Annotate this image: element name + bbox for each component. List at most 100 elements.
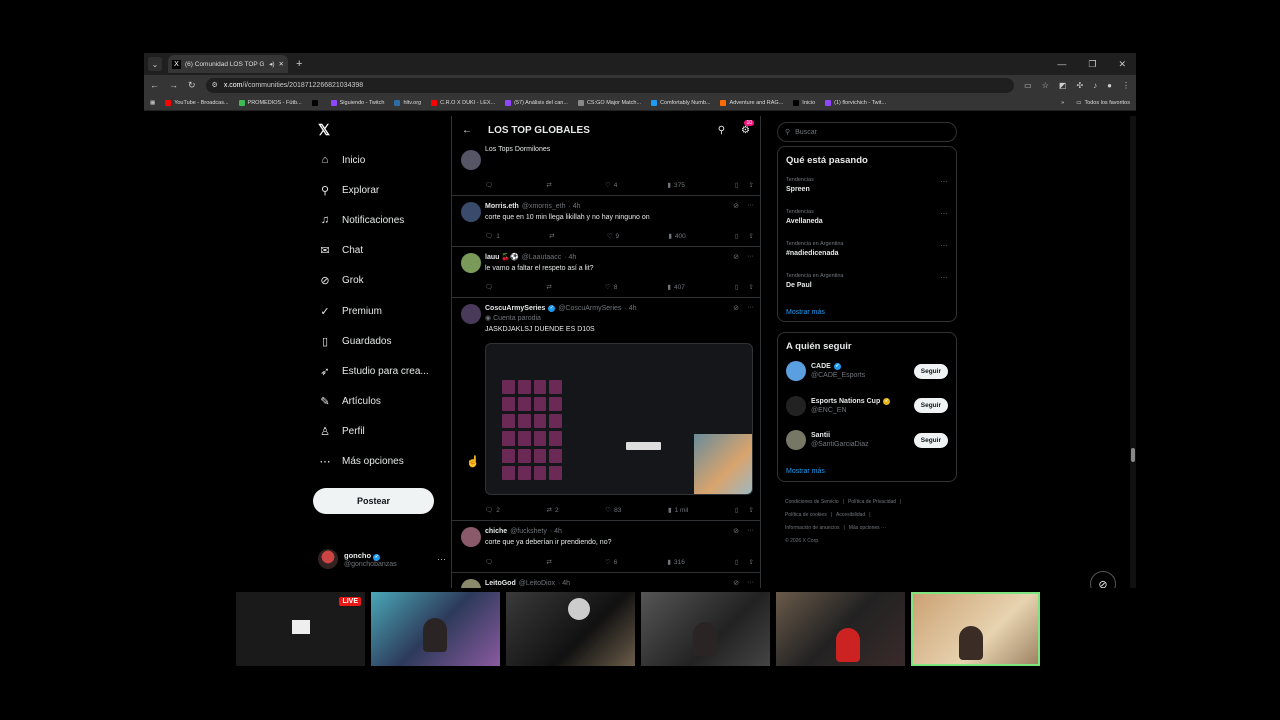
bookmark-item[interactable]: C.R.O X DUKI - LEX... — [431, 99, 495, 106]
nav-item-notificaciones[interactable]: ♫ Notificaciones — [319, 214, 404, 226]
repost-button[interactable]: ⇄ — [546, 181, 554, 189]
views-button[interactable]: ▮ 375 — [667, 181, 684, 190]
post-image[interactable] — [485, 343, 753, 495]
avatar[interactable] — [461, 304, 481, 324]
post-time[interactable]: · 4h — [564, 254, 576, 261]
grok-icon[interactable]: ⊘ — [733, 579, 739, 587]
trend-more-icon[interactable]: ··· — [940, 241, 948, 250]
trends-show-more[interactable]: Mostrar más — [786, 309, 825, 316]
reload-icon[interactable]: ↻ — [188, 80, 196, 91]
post-time[interactable]: · 4h — [550, 528, 562, 535]
suggestion-name[interactable]: CADE ✓ — [811, 363, 865, 370]
grok-icon[interactable]: ⊘ — [733, 304, 739, 312]
avatar[interactable] — [461, 527, 481, 547]
bookmark-icon[interactable]: ▯ — [735, 283, 739, 291]
speaker-icon[interactable]: ◂) — [269, 60, 274, 68]
share-icon[interactable]: ⇪ — [749, 232, 754, 240]
post[interactable]: CoscuArmySeries ✓ @CoscuArmySeries · 4h ⊘ ··… — [452, 298, 760, 521]
stream-thumbnail[interactable] — [506, 592, 635, 666]
post-handle[interactable]: @fuckshety — [510, 528, 547, 535]
bookmark-item[interactable]: Adventure and RAG... — [720, 99, 783, 106]
follow-button[interactable]: Seguir — [913, 432, 948, 448]
url-field[interactable]: ⚙ x.com/i/communities/201871226682103439… — [205, 77, 1015, 93]
stream-thumbnail[interactable] — [776, 592, 905, 666]
search-input[interactable]: ⚲ Buscar — [777, 122, 957, 142]
nav-item-guardados[interactable]: ▯ Guardados — [319, 335, 392, 348]
new-tab-button[interactable]: + — [296, 58, 302, 70]
media-icon[interactable]: ♪ — [1093, 81, 1097, 90]
avatar[interactable] — [461, 579, 481, 588]
reply-button[interactable]: 🗨 — [485, 181, 496, 189]
trend-more-icon[interactable]: ··· — [940, 209, 948, 218]
avatar[interactable] — [786, 430, 806, 450]
trend-item[interactable]: Tendencia en Argentina De Paul ··· — [786, 273, 948, 289]
nav-item-grok[interactable]: ⊘ Grok — [319, 274, 363, 287]
nav-item-perfil[interactable]: ♙ Perfil — [319, 425, 365, 438]
follow-suggestion[interactable]: Esports Nations Cup ✓ @ENC_EN Seguir — [786, 395, 948, 416]
apps-icon[interactable]: ▦ — [150, 100, 155, 106]
post[interactable]: Los Tops Dormilones 🗨 ⇄ ♡ 4 ▮ 375 ▯ ⇪ — [452, 124, 760, 196]
post-button[interactable]: Postear — [313, 488, 434, 514]
repost-button[interactable]: ⇄ — [546, 283, 554, 291]
site-info-icon[interactable]: ⚙ — [212, 81, 218, 89]
bookmark-icon[interactable]: ▯ — [735, 506, 739, 514]
footer-link[interactable]: Información de anuncios — [785, 525, 839, 531]
footer-link[interactable]: Accesibilidad — [836, 512, 865, 518]
minimize-icon[interactable]: — — [1057, 59, 1066, 70]
extension-icon[interactable]: ◩ — [1059, 81, 1067, 90]
cast-icon[interactable]: ▭ — [1024, 81, 1032, 90]
post-author[interactable]: LeitoGod — [485, 580, 516, 587]
nav-item-estudio[interactable]: ➶ Estudio para crea... — [319, 365, 428, 378]
profile-icon[interactable]: ● — [1107, 81, 1112, 90]
avatar[interactable] — [461, 253, 481, 273]
post-more-icon[interactable]: ··· — [747, 304, 754, 312]
footer-link[interactable]: Política de Privacidad — [848, 499, 896, 505]
post-more-icon[interactable]: ··· — [747, 527, 754, 535]
follow-button[interactable]: Seguir — [913, 363, 948, 379]
nav-item-premium[interactable]: ✓ Premium — [319, 305, 382, 318]
reply-button[interactable]: 🗨 — [485, 558, 496, 566]
grok-icon[interactable]: ⊘ — [733, 202, 739, 210]
repost-button[interactable]: ⇄ — [546, 558, 554, 566]
views-button[interactable]: ▮ 400 — [668, 232, 685, 241]
post-more-icon[interactable]: ··· — [747, 202, 754, 210]
post-time[interactable]: · 4h — [558, 580, 570, 587]
bookmark-item[interactable]: Siguiendo - Twitch — [330, 99, 384, 106]
share-icon[interactable]: ⇪ — [749, 558, 754, 566]
restore-icon[interactable]: ❐ — [1088, 59, 1096, 70]
trend-item[interactable]: Tendencia en Argentina #nadiedicenada ··· — [786, 241, 948, 257]
bookmark-icon[interactable]: ▯ — [735, 232, 739, 240]
stream-thumbnail[interactable]: LIVE — [236, 592, 365, 666]
post-more-icon[interactable]: ··· — [747, 579, 754, 587]
post-time[interactable]: · 4h — [569, 203, 581, 210]
follow-show-more[interactable]: Mostrar más — [786, 468, 825, 475]
post-time[interactable]: · 4h — [624, 305, 636, 312]
like-button[interactable]: ♡ 6 — [605, 558, 617, 567]
repost-button[interactable]: ⇄ 2 — [547, 506, 559, 515]
bookmarks-more[interactable]: » — [1061, 100, 1064, 106]
tab-search-button[interactable]: ⌄ — [148, 57, 162, 71]
trend-more-icon[interactable]: ··· — [940, 273, 948, 282]
bookmark-item[interactable] — [311, 99, 321, 106]
account-more-icon[interactable]: ··· — [437, 554, 446, 564]
post[interactable]: chiche @fuckshety · 4h ⊘ ··· corte que ya deb… — [452, 521, 760, 573]
post-author[interactable]: Morris.eth — [485, 203, 519, 210]
forward-icon[interactable]: → — [169, 80, 178, 90]
account-switcher[interactable]: goncho ✓ @gonchobanzas ··· — [318, 549, 446, 569]
avatar[interactable] — [786, 395, 806, 416]
follow-suggestion[interactable]: CADE ✓ @CADE_Esports Seguir — [786, 361, 948, 381]
bookmark-item[interactable]: CS:GO Major Match... — [577, 99, 641, 106]
footer-link[interactable]: © 2026 X Corp. — [785, 538, 820, 544]
bookmark-icon[interactable]: ▯ — [735, 181, 739, 189]
share-icon[interactable]: ⇪ — [749, 181, 754, 189]
footer-link[interactable]: Condiciones de Servicio — [785, 499, 839, 505]
reply-button[interactable]: 🗨 — [485, 283, 496, 291]
post[interactable]: Morris.eth @xmorris_eth · 4h ⊘ ··· corte que … — [452, 196, 760, 247]
stream-thumbnail[interactable] — [371, 592, 500, 666]
trend-item[interactable]: Tendencias Spreen ··· — [786, 177, 948, 193]
bookmark-item[interactable]: YouTube - Broadcas... — [165, 99, 229, 106]
nav-item-artículos[interactable]: ✎ Artículos — [319, 395, 381, 408]
post[interactable]: lauu 🍒⚽ @Laautaacc · 4h ⊘ ··· le vamo a falta… — [452, 247, 760, 298]
stream-thumbnail-selected[interactable] — [911, 592, 1040, 666]
nav-item-explorar[interactable]: ⚲ Explorar — [319, 184, 379, 197]
